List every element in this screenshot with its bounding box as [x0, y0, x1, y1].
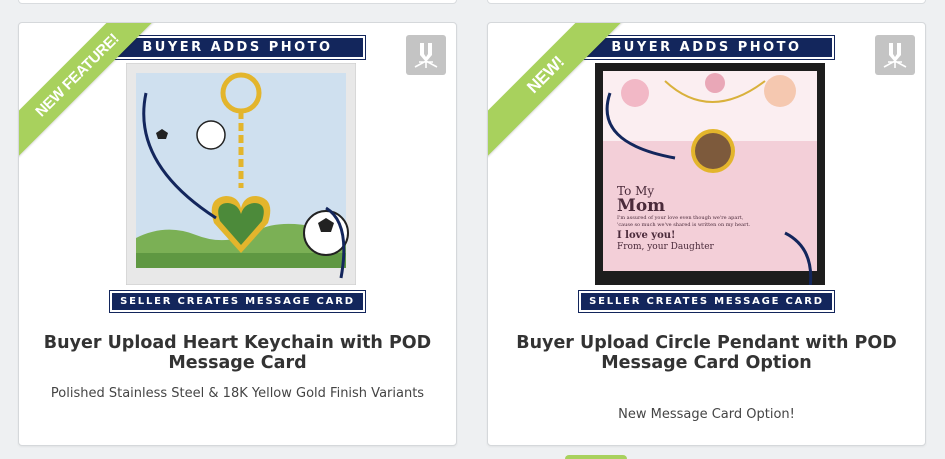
product-subtitle: New Message Card Option! — [618, 407, 795, 422]
product-brand-icon — [875, 35, 915, 75]
card-top-stub-left — [18, 0, 457, 4]
seller-creates-message-card-banner: SELLER CREATES MESSAGE CARD — [109, 290, 366, 313]
product-brand-icon — [406, 35, 446, 75]
buyer-adds-photo-banner: BUYER ADDS PHOTO — [578, 35, 835, 60]
bottom-tab-stub — [565, 455, 627, 459]
product-card-circle-pendant[interactable]: NEW! BUYER ADDS PHOTO To My Mom I'm assu… — [487, 22, 926, 446]
product-title[interactable]: Buyer Upload Heart Keychain with POD Mes… — [29, 333, 446, 373]
card-top-stub-right — [487, 0, 926, 4]
product-image-heart-keychain[interactable] — [125, 62, 357, 286]
product-image-circle-pendant[interactable]: To My Mom I'm assured of your love even … — [595, 63, 825, 285]
product-subtitle: Polished Stainless Steel & 18K Yellow Go… — [50, 386, 425, 401]
product-card-heart-keychain[interactable]: NEW FEATURE! BUYER ADDS PHOTO SELLER CRE… — [18, 22, 457, 446]
buyer-adds-photo-banner: BUYER ADDS PHOTO — [109, 35, 366, 60]
seller-creates-message-card-banner: SELLER CREATES MESSAGE CARD — [578, 290, 835, 313]
product-title[interactable]: Buyer Upload Circle Pendant with POD Mes… — [498, 333, 915, 373]
